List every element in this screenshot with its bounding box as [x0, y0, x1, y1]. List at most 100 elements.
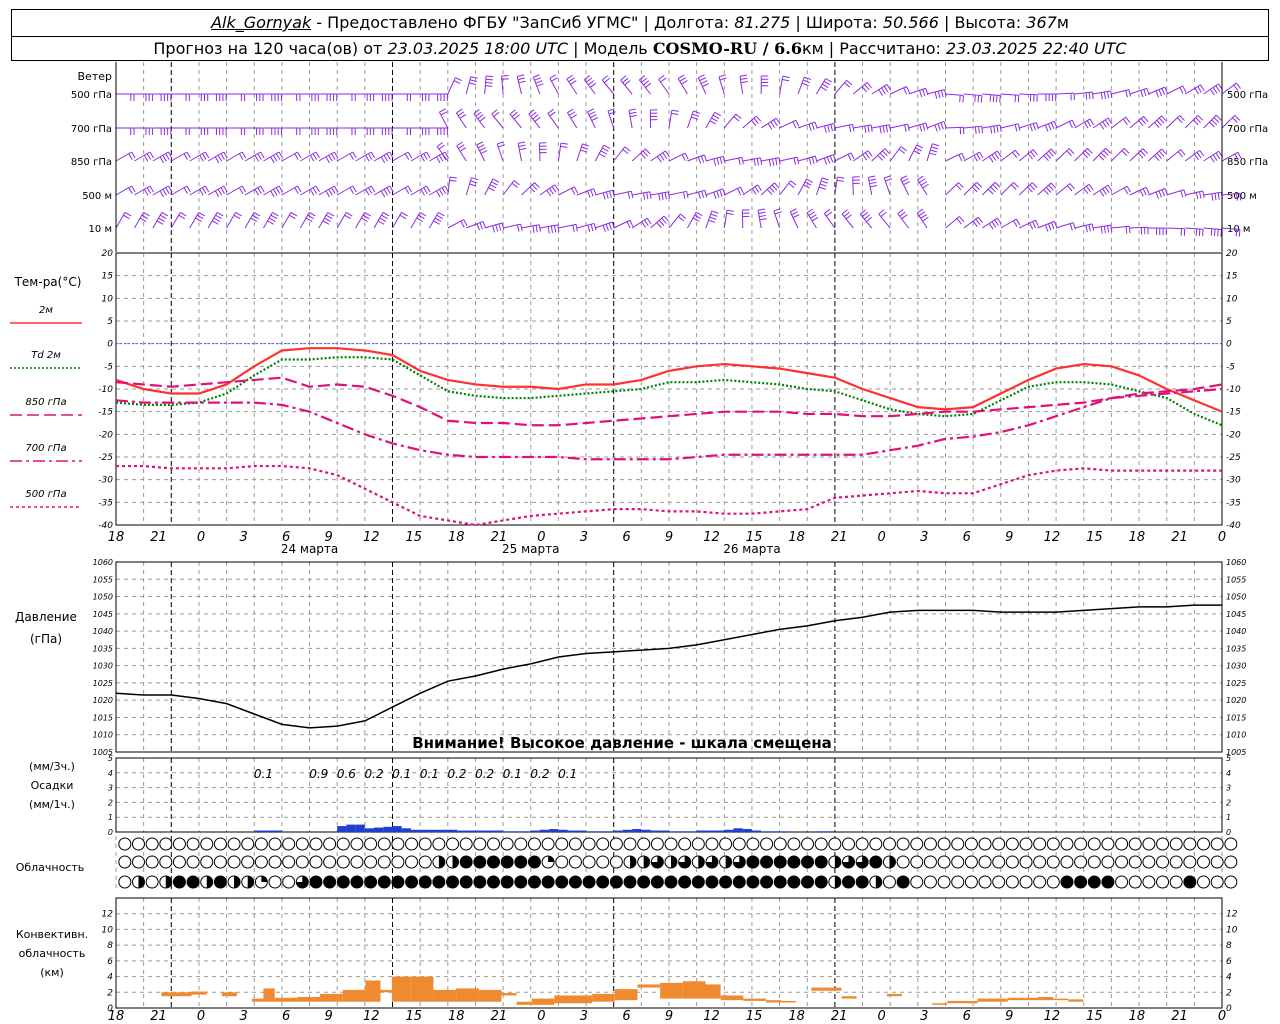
wind-barb-feather	[1140, 150, 1146, 157]
wind-barb	[982, 181, 996, 196]
cloud-circle	[978, 837, 992, 851]
cloud-circle	[500, 837, 514, 851]
wind-barb-feather	[550, 225, 554, 233]
cloud-fill	[405, 876, 418, 888]
wind-barb-feather	[479, 222, 483, 230]
wind-barb-feather	[788, 182, 795, 189]
meteogram: Ветер 500 гПа 500 гПа 700 гПа 700 гПа 850 гПа…	[10, 62, 1268, 1024]
conv-tick-label-left: 10	[102, 925, 114, 935]
wind-barb-feather	[1195, 192, 1199, 200]
wind-barb	[392, 212, 402, 229]
wind-barb	[797, 178, 807, 196]
wind-barb-feather	[603, 144, 611, 149]
wind-barb-feather	[383, 154, 388, 162]
cloud-circle	[1033, 875, 1047, 889]
cloud-circle	[186, 837, 200, 851]
wind-barb-feather	[1210, 228, 1213, 236]
prec-bar	[650, 830, 660, 832]
wind-barb-feather	[1088, 92, 1091, 100]
wind-barb-feather	[1017, 123, 1021, 131]
wind-barb-feather	[1102, 188, 1107, 195]
temp-hour-tick: 21	[831, 530, 848, 545]
conv-bar	[554, 995, 593, 1004]
wind-barb-feather	[716, 190, 720, 198]
wind-barb	[521, 182, 535, 196]
wind-barb-feather	[345, 211, 353, 217]
cloud-circle	[1169, 855, 1183, 869]
wind-barb-feather	[692, 113, 700, 117]
cloud-circle	[923, 837, 937, 851]
wind-barb-feather	[1068, 148, 1075, 154]
wind-barb-feather	[449, 179, 457, 182]
prec-tick-label-left: 1	[108, 813, 113, 822]
cloud-circle	[1183, 855, 1197, 869]
wind-level-label-left: 10 м	[89, 224, 112, 235]
cloud-circle	[978, 855, 992, 869]
wind-barb-feather	[704, 190, 708, 198]
wind-barb	[1037, 182, 1052, 196]
wind-barb-feather	[352, 151, 357, 159]
wind-barb-feather	[297, 185, 302, 193]
wind-barb-feather	[518, 144, 526, 148]
wind-barb-feather	[602, 147, 609, 152]
wind-barb-feather	[1098, 154, 1105, 161]
wind-barb-feather	[1015, 218, 1021, 226]
cloud-fill	[487, 856, 500, 868]
wind-barb-feather	[587, 108, 595, 113]
wind-barb-feather	[162, 154, 167, 162]
conv-bar	[380, 989, 392, 993]
wind-barb-feather	[146, 187, 152, 194]
wind-barb-feather	[712, 114, 720, 120]
wind-barb-feather	[701, 191, 704, 199]
cloud-fill	[719, 876, 732, 888]
wind-barb	[631, 148, 646, 162]
cloud-fill	[774, 876, 787, 888]
prec-bar	[392, 826, 402, 832]
wind-barb	[152, 151, 169, 162]
wind-barb-feather	[1215, 152, 1221, 160]
wind-barb-feather	[901, 178, 909, 183]
wind-barb	[1074, 118, 1091, 129]
cloud-fill	[787, 876, 800, 888]
cloud-circle	[1019, 855, 1033, 869]
cloud-circle	[705, 837, 719, 851]
wind-barb-feather	[593, 223, 597, 231]
wind-barb-feather	[803, 79, 810, 84]
wind-barb-feather	[252, 214, 259, 220]
wind-barb-feather	[214, 156, 220, 164]
cloud-circle	[432, 837, 446, 851]
wind-barb-feather	[630, 114, 638, 118]
wind-barb-feather	[1013, 181, 1019, 188]
wind-barb-feather	[702, 83, 709, 87]
wind-barb-feather	[740, 81, 748, 84]
prec-bar	[613, 830, 623, 832]
wind-barb	[1055, 148, 1070, 162]
wind-barb-feather	[844, 82, 851, 88]
prec-total-label: 0.2	[365, 767, 384, 781]
wind-barb-feather	[811, 216, 819, 222]
wind-barb-feather	[882, 150, 888, 157]
cloud-circle	[145, 837, 159, 851]
wind-barb-feather	[772, 158, 775, 166]
cloud-circle	[773, 837, 787, 851]
wind-barb	[723, 210, 728, 229]
cloud-circle	[910, 837, 924, 851]
conv-bar	[781, 1000, 797, 1003]
wind-barb-feather	[977, 95, 980, 103]
wind-barb-feather	[1143, 89, 1147, 97]
wind-barb	[355, 185, 372, 196]
cloud-circle	[1197, 837, 1211, 851]
wind-barb-feather	[1128, 89, 1132, 97]
wind-barb-feather	[587, 190, 591, 198]
wind-barb-feather	[662, 152, 668, 159]
wind-barb-feather	[825, 78, 832, 83]
cloud-circle	[882, 875, 896, 889]
temp-hour-tick: 15	[405, 530, 422, 545]
wind-barb-feather	[463, 219, 468, 226]
wind-barb-feather	[658, 74, 665, 80]
pres-tick-label-right: 1060	[1226, 558, 1246, 567]
wind-barb-feather	[328, 188, 333, 196]
wind-barb-feather	[981, 126, 984, 134]
wind-barb-feather	[1088, 183, 1094, 191]
cloud-circle	[186, 855, 200, 869]
